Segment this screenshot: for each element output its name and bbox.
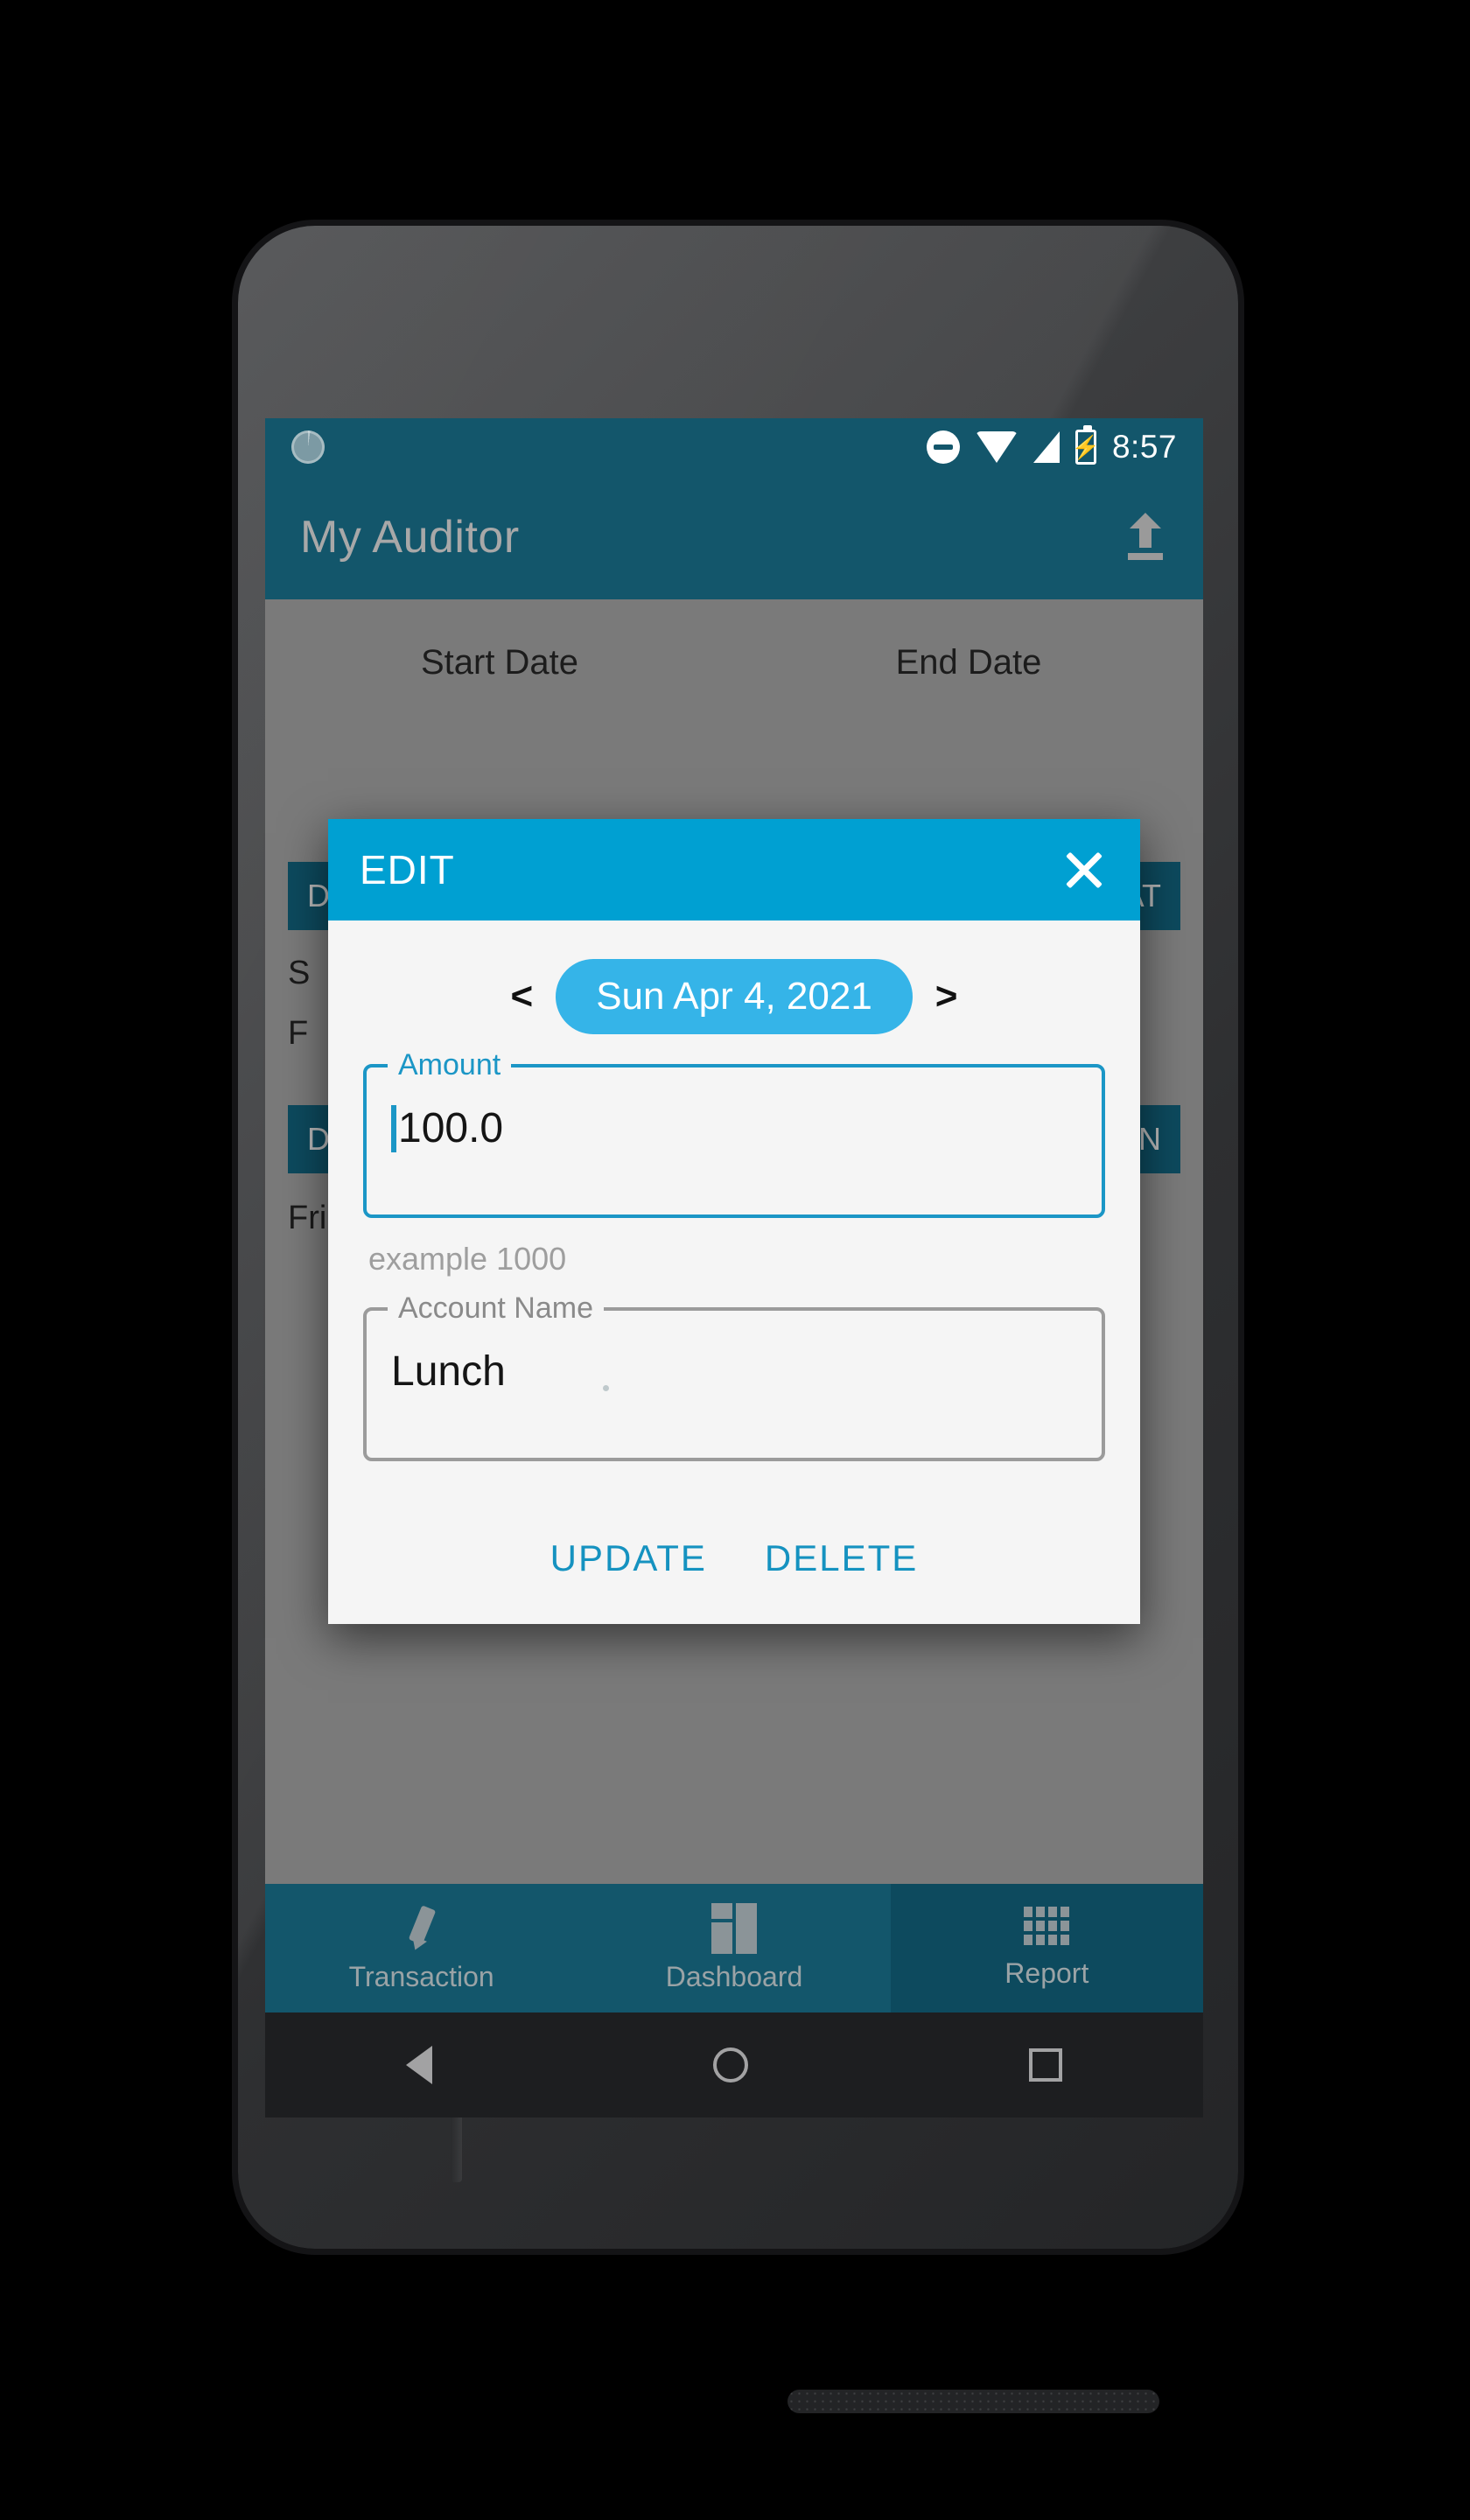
text-cursor bbox=[391, 1104, 396, 1152]
dialog-body: < Sun Apr 4, 2021 > Amount 100.0 example… bbox=[328, 920, 1140, 1461]
bottom-navigation-bar: Transaction Dashboard Report bbox=[265, 1884, 1203, 2012]
end-date-label: End Date bbox=[895, 643, 1042, 682]
dialog-title: EDIT bbox=[360, 847, 455, 892]
start-date-label: Start Date bbox=[420, 643, 579, 682]
edit-transaction-dialog: EDIT < Sun Apr 4, 2021 > Amount 100.0 ex… bbox=[328, 819, 1140, 1624]
date-navigator: < Sun Apr 4, 2021 > bbox=[363, 959, 1105, 1034]
dialog-header: EDIT bbox=[328, 819, 1140, 920]
dialog-actions: UPDATE DELETE bbox=[328, 1493, 1140, 1624]
account-name-input[interactable]: Lunch bbox=[363, 1307, 1105, 1461]
status-bar-left bbox=[291, 430, 325, 464]
nav-label-report: Report bbox=[1004, 1957, 1089, 1989]
delete-button[interactable]: DELETE bbox=[765, 1537, 918, 1579]
home-icon[interactable] bbox=[712, 2048, 748, 2082]
wifi-icon bbox=[975, 430, 1018, 463]
screenshot-stage: ⚡ 8:57 My Auditor Start Date End Date D … bbox=[0, 0, 1470, 2520]
amount-helper-text: example 1000 bbox=[368, 1241, 567, 1277]
nav-item-transaction[interactable]: Transaction bbox=[265, 1884, 578, 2012]
status-bar-clock: 8:57 bbox=[1111, 428, 1177, 465]
date-range-headers: Start Date End Date bbox=[265, 599, 1203, 682]
nav-label-dashboard: Dashboard bbox=[665, 1961, 803, 1992]
nav-item-dashboard[interactable]: Dashboard bbox=[578, 1884, 890, 2012]
pencil-icon bbox=[399, 1903, 444, 1953]
close-icon[interactable] bbox=[1060, 845, 1109, 894]
do-not-disturb-icon bbox=[926, 430, 960, 464]
amount-field[interactable]: Amount 100.0 bbox=[363, 1048, 1105, 1218]
bottom-speaker bbox=[788, 2390, 1159, 2413]
battery-charging-icon: ⚡ bbox=[1072, 424, 1100, 465]
report-grid-icon bbox=[1024, 1907, 1070, 1945]
sync-icon bbox=[291, 430, 325, 464]
android-navigation-bar bbox=[265, 2012, 1203, 2118]
cellular-signal-icon bbox=[1032, 430, 1060, 463]
amount-input-value: 100.0 bbox=[398, 1105, 504, 1152]
status-bar: ⚡ 8:57 bbox=[265, 418, 1203, 475]
amount-field-label: Amount bbox=[388, 1048, 512, 1082]
date-chip-button[interactable]: Sun Apr 4, 2021 bbox=[556, 959, 913, 1034]
next-day-button[interactable]: > bbox=[935, 977, 958, 1016]
app-title: My Auditor bbox=[300, 512, 520, 563]
nav-item-report[interactable]: Report bbox=[890, 1884, 1203, 2012]
app-bar: My Auditor bbox=[265, 475, 1203, 599]
nav-label-transaction: Transaction bbox=[348, 1961, 494, 1992]
status-bar-right: ⚡ 8:57 bbox=[926, 424, 1177, 466]
account-name-field[interactable]: Account Name Lunch bbox=[363, 1292, 1105, 1461]
previous-day-button[interactable]: < bbox=[511, 977, 534, 1016]
account-name-input-value: Lunch bbox=[391, 1348, 506, 1395]
account-name-field-label: Account Name bbox=[388, 1292, 604, 1326]
recents-icon[interactable] bbox=[1029, 2048, 1063, 2082]
back-icon[interactable] bbox=[405, 2046, 432, 2084]
dashboard-grid-icon bbox=[710, 1903, 757, 1954]
update-button[interactable]: UPDATE bbox=[550, 1537, 707, 1579]
amount-input[interactable]: 100.0 bbox=[363, 1064, 1105, 1218]
upload-icon[interactable] bbox=[1123, 513, 1168, 562]
